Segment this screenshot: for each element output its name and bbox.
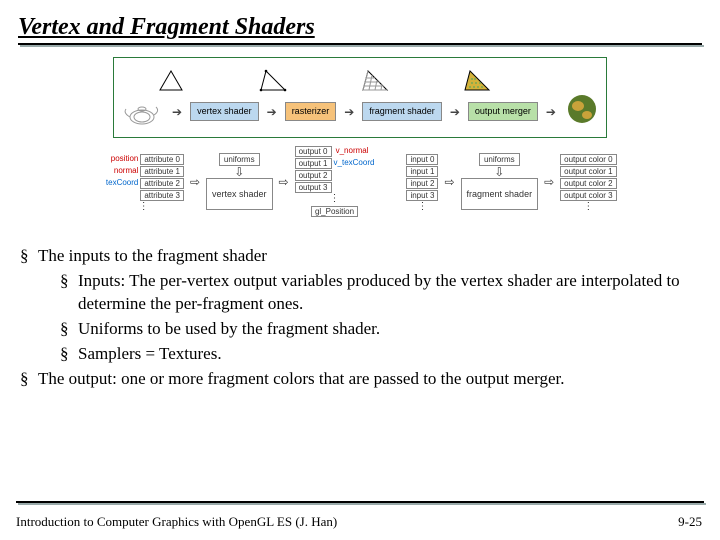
arrow-icon: ➔ (546, 105, 556, 119)
stage-vertex-shader: vertex shader (190, 102, 259, 122)
fs-box: fragment shader (461, 178, 539, 210)
bullet-item: Inputs: The per-vertex output variables … (18, 270, 702, 316)
bullet-item: Uniforms to be used by the fragment shad… (18, 318, 702, 341)
footer-rule (16, 501, 704, 506)
arrow-icon: ➔ (344, 105, 354, 119)
title-rule (18, 43, 702, 49)
arrow-icon: ➔ (450, 105, 460, 119)
pipeline-figure: ➔ vertex shader ➔ rasterizer ➔ fragment … (18, 57, 702, 138)
dataflow-figure: positionattribute 0 normalattribute 1 te… (18, 146, 702, 217)
teapot-icon (120, 95, 164, 129)
stage-output-merger: output merger (468, 102, 538, 122)
arrow-icon: ➔ (172, 105, 182, 119)
bullet-list: The inputs to the fragment shader Inputs… (18, 245, 702, 391)
slide-title: Vertex and Fragment Shaders (18, 14, 702, 41)
bullet-item: Samplers = Textures. (18, 343, 702, 366)
bullet-item: The inputs to the fragment shader (18, 245, 702, 268)
globe-icon (564, 92, 600, 131)
footer-text: Introduction to Computer Graphics with O… (16, 514, 337, 530)
vs-box: vertex shader (206, 178, 273, 210)
page-number: 9-25 (678, 514, 702, 530)
bullet-item: The output: one or more fragment colors … (18, 368, 702, 391)
stage-rasterizer: rasterizer (285, 102, 337, 122)
arrow-icon: ➔ (267, 105, 277, 119)
stage-fragment-shader: fragment shader (362, 102, 442, 122)
